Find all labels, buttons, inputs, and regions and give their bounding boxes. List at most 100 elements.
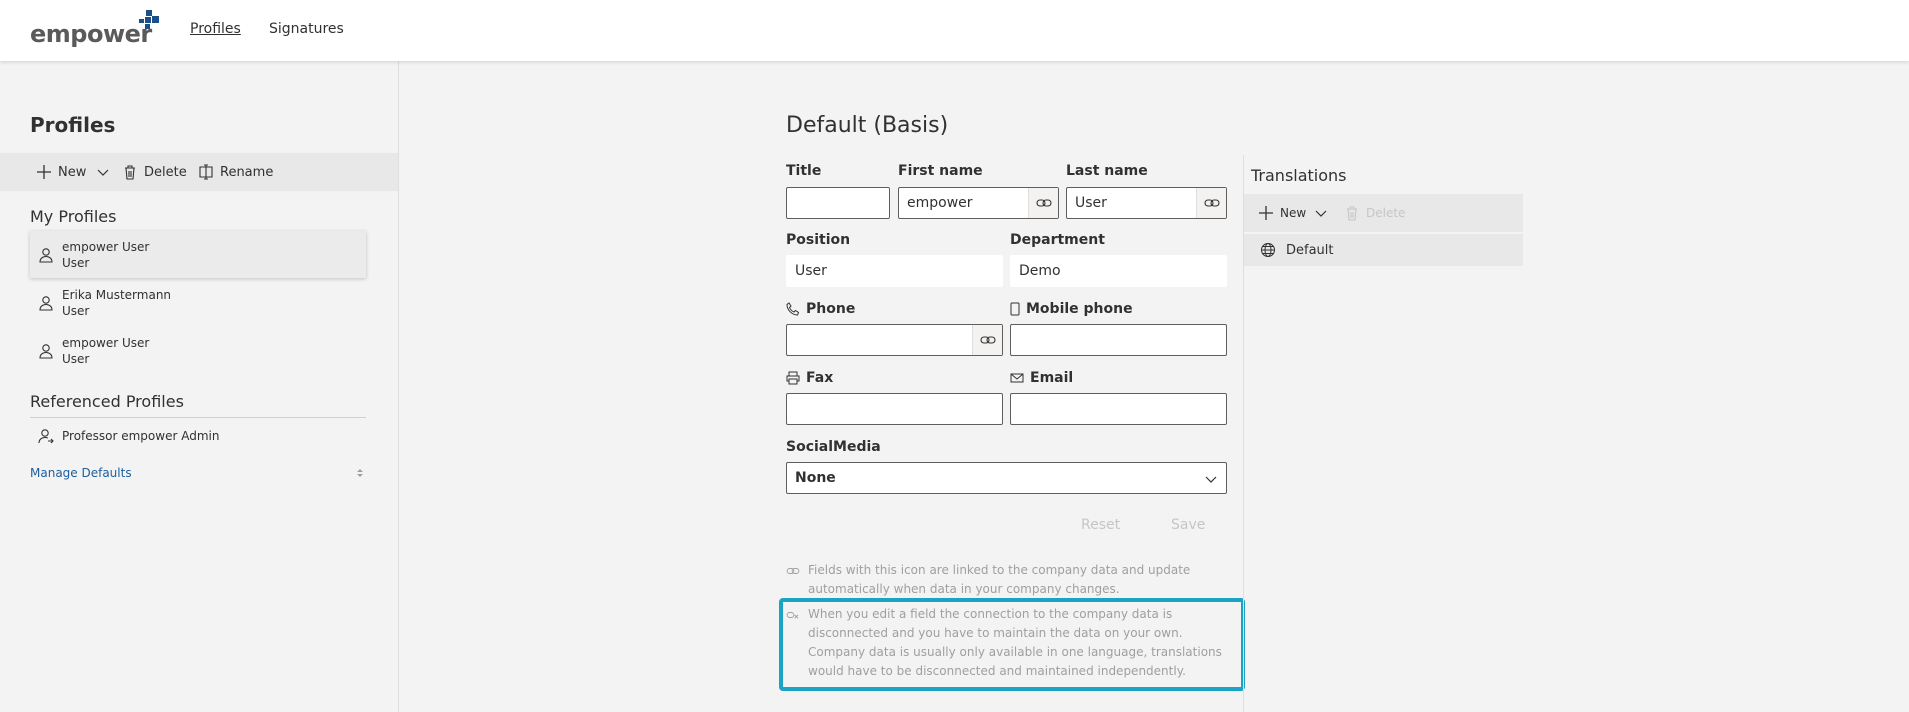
person-icon [39,295,53,311]
new-translation-button[interactable]: New [1258,194,1328,232]
person-icon [39,247,53,263]
profile-item[interactable]: Erika Mustermann User [30,279,366,326]
phone-label: Phone [786,301,855,317]
manage-defaults-link[interactable]: Manage Defaults [30,466,132,480]
link-icon [979,336,996,344]
mobile-phone-field[interactable] [1010,324,1227,356]
rename-icon [199,164,213,180]
translations-toolbar: New Delete [1244,194,1523,232]
company-link-button[interactable] [1028,188,1058,218]
title-field[interactable] [786,187,890,219]
social-media-value: None [795,470,836,486]
link-icon [786,568,800,574]
rename-label: Rename [220,164,274,180]
department-value: Demo [1019,263,1061,279]
sort-icon[interactable] [356,467,364,479]
translation-item-label: Default [1286,242,1334,258]
top-header: empower Profiles Signatures [0,0,1909,61]
fax-label: Fax [786,370,833,386]
profile-form-title: Default (Basis) [786,113,949,138]
reset-button[interactable]: Reset [1081,517,1120,533]
save-button[interactable]: Save [1171,517,1205,533]
first-name-field[interactable]: empower [898,187,1059,219]
profile-name: Erika Mustermann [62,287,172,302]
company-link-button[interactable] [1196,188,1226,218]
profile-name: empower User [62,335,150,350]
linked-info-note: Fields with this icon are linked to the … [786,561,1226,599]
profile-role: User [62,255,90,270]
plus-icon [37,165,51,179]
new-profile-button[interactable]: New [36,153,110,191]
social-media-label: SocialMedia [786,439,881,455]
chevron-down-icon [1205,476,1217,483]
delete-translation-label: Delete [1366,206,1406,220]
first-name-value: empower [907,195,973,211]
trash-icon [125,165,135,180]
plus-icon [1259,206,1273,220]
globe-icon [1261,243,1275,257]
mobile-phone-label: Mobile phone [1010,301,1133,317]
linked-info-text: Fields with this icon are linked to the … [808,563,1191,596]
link-icon [1035,199,1052,207]
nav-signatures[interactable]: Signatures [269,21,344,37]
my-profiles-heading: My Profiles [30,207,117,226]
profile-name: empower User [62,239,150,254]
department-label: Department [1010,232,1105,248]
position-label: Position [786,232,851,248]
logo-text: empower [30,20,152,48]
profiles-toolbar: New Delete Rename [0,153,398,191]
mobile-phone-label-text: Mobile phone [1026,301,1133,317]
rename-profile-button[interactable]: Rename [198,153,273,191]
nav-profiles[interactable]: Profiles [190,21,241,37]
phone-label-text: Phone [806,301,856,317]
logo-mark-icon [139,10,159,29]
social-media-dropdown[interactable]: None [786,462,1227,494]
delete-profile-button[interactable]: Delete [122,153,187,191]
delete-label: Delete [144,164,187,180]
position-value: User [795,263,827,279]
title-label: Title [786,163,822,179]
fax-label-text: Fax [806,370,834,386]
email-label-text: Email [1030,370,1074,386]
empower-logo[interactable]: empower [30,10,159,48]
department-field[interactable]: Demo [1010,255,1227,287]
referenced-profile-item[interactable]: Professor empower Admin [30,421,366,451]
printer-icon [786,371,800,385]
profiles-title: Profiles [30,113,116,137]
last-name-field[interactable]: User [1066,187,1227,219]
profiles-panel: Profiles New Delete Rename My Profiles e… [0,61,399,712]
profile-item[interactable]: empower User User [30,231,366,278]
last-name-label: Last name [1066,163,1148,179]
mail-icon [1010,373,1024,383]
company-link-button[interactable] [972,325,1002,355]
referenced-profile-name: Professor empower Admin [62,429,220,443]
profile-role: User [62,303,90,318]
shared-person-icon [38,429,54,444]
new-translation-label: New [1280,206,1307,220]
email-field[interactable] [1010,393,1227,425]
chevron-down-icon [97,169,109,176]
unlinked-info-text: When you edit a field the connection to … [808,607,1222,678]
email-label: Email [1010,370,1073,386]
phone-icon [786,302,800,316]
last-name-value: User [1075,195,1107,211]
section-divider [30,417,366,418]
new-label: New [58,164,87,180]
delete-translation-button[interactable]: Delete [1344,194,1405,232]
referenced-profiles-heading: Referenced Profiles [30,392,184,411]
mobile-phone-icon [1010,302,1020,316]
fax-field[interactable] [786,393,1003,425]
phone-field[interactable] [786,324,1003,356]
position-field[interactable]: User [786,255,1003,287]
trash-icon [1347,206,1357,221]
profile-item[interactable]: empower User User [30,327,366,374]
unlink-icon [786,612,799,619]
profile-role: User [62,351,90,366]
person-icon [39,343,53,359]
translation-item-default[interactable]: Default [1244,234,1523,266]
unlinked-info-note: When you edit a field the connection to … [786,605,1226,681]
translations-title: Translations [1251,166,1347,185]
link-icon [1203,199,1220,207]
first-name-label: First name [898,163,983,179]
chevron-down-icon [1315,210,1327,217]
